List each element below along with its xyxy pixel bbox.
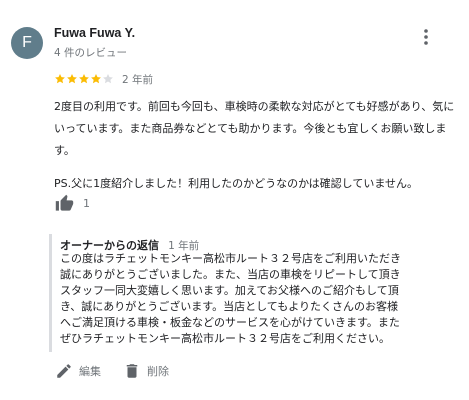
owner-reply-line: 誠にありがとうございました。また、当店の車検をリピートして頂き <box>60 268 401 281</box>
owner-reply: オーナーからの返信 1 年前 この度はラチェットモンキー高松市ルート３２号店をご… <box>49 234 468 352</box>
owner-reply-line: ぜひラチェットモンキー高松市ルート３２号店をご利用ください。 <box>60 332 390 345</box>
star-empty-icon <box>103 74 113 84</box>
star-rating <box>54 73 114 85</box>
star-filled-icon <box>79 74 89 84</box>
star-filled-icon <box>67 74 77 84</box>
rating-row: 2 年前 <box>54 70 153 88</box>
star-filled-icon <box>55 74 65 84</box>
owner-reply-line: スタッフ一同大変嬉しく思います。加えてお父様へのご紹介もして頂 <box>60 284 399 297</box>
reviewer-name[interactable]: Fuwa Fuwa Y. <box>54 26 135 40</box>
delete-label: 削除 <box>147 365 169 378</box>
owner-reply-line: き、誠にありがとうございます。当店としてもよりたくさんのお客様 <box>60 300 399 313</box>
like-count: 1 <box>83 196 90 210</box>
review-count: 4 件のレビュー <box>54 47 128 59</box>
owner-reply-line: へご満足頂ける車検・板金などのサービスを心がけていきます。また <box>60 316 400 329</box>
edit-button[interactable]: 編集 <box>55 362 101 380</box>
avatar[interactable]: F <box>11 27 43 59</box>
thumb-up-icon <box>55 194 74 211</box>
review-paragraph: 2度目の利用です。前回も今回も、車検時の柔軟な対応がとても好感があり、気にいって… <box>54 100 455 157</box>
review-date: 2 年前 <box>122 73 154 86</box>
more-vert-icon[interactable] <box>419 27 433 47</box>
edit-label: 編集 <box>79 365 101 378</box>
reply-actions: 編集 削除 <box>55 360 169 382</box>
review-paragraph: PS.父に1度紹介しました！利用したのかどうなのかは確認していません。 <box>54 177 419 190</box>
trash-icon <box>126 364 138 378</box>
like-button[interactable]: 1 <box>55 192 90 214</box>
pencil-icon <box>57 364 71 378</box>
star-filled-icon <box>91 74 101 84</box>
owner-reply-line: この度はラチェットモンキー高松市ルート３２号店をご利用いただき <box>60 252 401 265</box>
delete-button[interactable]: 削除 <box>123 362 169 380</box>
review-text: 2度目の利用です。前回も今回も、車検時の柔軟な対応がとても好感があり、気にいって… <box>54 96 459 195</box>
owner-reply-text: この度はラチェットモンキー高松市ルート３２号店をご利用いただき 誠にありがとうご… <box>60 251 462 347</box>
